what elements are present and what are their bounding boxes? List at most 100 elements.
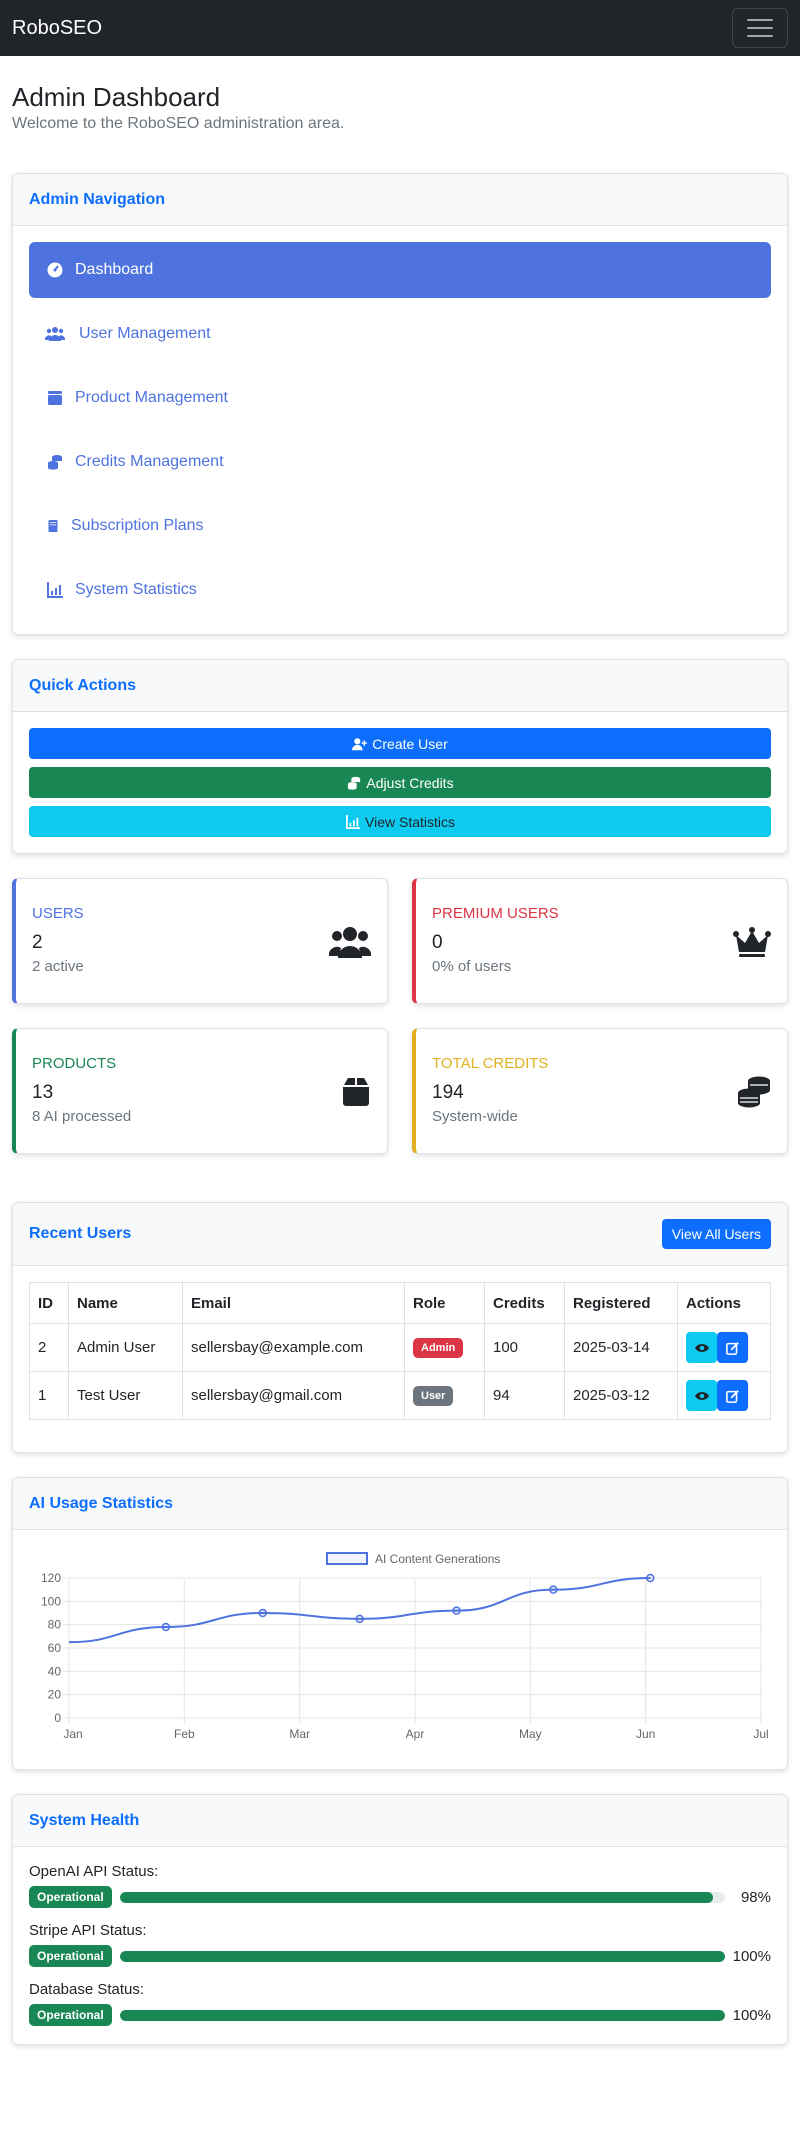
column-header: Credits <box>484 1282 565 1325</box>
data-point <box>355 1614 364 1624</box>
cell-actions <box>677 1371 771 1421</box>
coins-icon <box>737 1055 771 1153</box>
nav-item-label: System Statistics <box>75 581 197 599</box>
edit-user-button[interactable] <box>717 1332 748 1364</box>
x-tick-label: Feb <box>174 1727 195 1741</box>
edit-icon <box>725 1389 739 1403</box>
users-icon <box>45 326 65 342</box>
role-badge: User <box>413 1385 454 1406</box>
percent-label: 100% <box>732 2006 771 2024</box>
percent-label: 98% <box>740 1888 771 1906</box>
x-tick-label: Jul <box>753 1727 768 1741</box>
navbar-toggle-button[interactable] <box>732 8 788 48</box>
progress-bar <box>119 2009 725 2021</box>
stat-sub: 8 AI processed <box>32 1108 132 1126</box>
stat-card-total-credits: Total Credits 194 System-wide <box>412 1028 788 1155</box>
series-line <box>68 1577 651 1644</box>
stat-label: Total Credits <box>432 1055 549 1073</box>
page-title: Admin Dashboard <box>12 82 221 112</box>
nav-item-dashboard[interactable]: Dashboard <box>29 242 771 299</box>
cell-id: 2 <box>29 1323 69 1373</box>
nav-item-label: Dashboard <box>75 261 154 279</box>
quick-actions-title: Quick Actions <box>29 676 136 694</box>
legend-swatch <box>326 1552 368 1566</box>
view-statistics-button[interactable]: View Statistics <box>29 806 771 838</box>
legend-label: AI Content Generations <box>375 1552 500 1566</box>
nav-item-label: User Management <box>79 325 211 343</box>
health-row-stripe: Stripe API Status: Operational 100% <box>29 1922 771 1968</box>
nav-item-label: Credits Management <box>75 453 224 471</box>
cell-registered: 2025-03-12 <box>564 1371 678 1421</box>
ai-usage-header: AI Usage Statistics <box>13 1478 787 1531</box>
cell-name: Test User <box>68 1371 183 1421</box>
nav-item-subscription-plans[interactable]: Subscription Plans <box>29 498 771 554</box>
system-health-title: System Health <box>29 1811 140 1829</box>
status-badge: Operational <box>29 1945 112 1968</box>
box-icon <box>45 390 65 406</box>
stat-sub: 2 active <box>32 958 84 976</box>
column-header: Email <box>182 1282 405 1325</box>
nav-item-system-statistics[interactable]: System Statistics <box>29 562 771 618</box>
box-icon <box>341 1055 371 1153</box>
stat-sub: 0% of users <box>432 958 512 976</box>
table-header-row: ID Name Email Role Credits Registered Ac… <box>29 1282 771 1325</box>
create-user-button[interactable]: Create User <box>29 728 771 760</box>
x-tick-label: Apr <box>406 1727 425 1741</box>
tachometer-icon <box>45 262 65 278</box>
chart-icon <box>45 582 65 599</box>
crown-icon <box>733 905 771 1003</box>
coins-icon <box>348 776 361 790</box>
data-point <box>646 1573 655 1583</box>
progress-fill <box>119 1891 713 1903</box>
progress-bar <box>119 1891 725 1903</box>
stat-card-premium-users: Premium Users 0 0% of users <box>412 878 788 1005</box>
view-statistics-label: View Statistics <box>365 813 455 830</box>
top-navbar: RoboSEO <box>0 0 800 56</box>
nav-item-user-management[interactable]: User Management <box>29 306 771 362</box>
cell-role: Admin <box>404 1323 485 1373</box>
view-all-users-button[interactable]: View All Users <box>661 1219 771 1250</box>
quick-actions-header: Quick Actions <box>13 660 787 713</box>
column-header: Name <box>68 1282 183 1325</box>
edit-user-button[interactable] <box>717 1380 748 1412</box>
stat-label: Products <box>32 1055 117 1073</box>
progress-fill <box>119 1950 725 1962</box>
admin-navigation-card: Admin Navigation Dashboard User Manageme… <box>12 173 788 636</box>
nav-item-label: Subscription Plans <box>71 517 204 535</box>
y-tick-label: 40 <box>48 1665 62 1679</box>
nav-item-credits-management[interactable]: Credits Management <box>29 434 771 490</box>
x-tick-label: May <box>519 1727 542 1741</box>
status-badge: Operational <box>29 2004 112 2027</box>
y-tick-label: 120 <box>41 1571 61 1585</box>
quick-actions-body: Create User Adjust Credits View Statisti… <box>13 712 787 853</box>
cell-name: Admin User <box>68 1323 183 1373</box>
recent-users-card: Recent Users View All Users ID Name Emai… <box>12 1202 788 1454</box>
percent-label: 100% <box>732 1947 771 1965</box>
y-tick-label: 60 <box>48 1641 62 1655</box>
admin-nav-list: Dashboard User Management Product Manage… <box>13 226 787 634</box>
chart-icon <box>346 814 360 829</box>
view-user-button[interactable] <box>686 1380 717 1412</box>
column-header: Role <box>404 1282 485 1325</box>
column-header: ID <box>29 1282 69 1325</box>
adjust-credits-label: Adjust Credits <box>366 774 454 791</box>
cell-actions <box>677 1323 771 1373</box>
brand-logo[interactable]: RoboSEO <box>12 17 102 40</box>
view-user-button[interactable] <box>686 1332 717 1364</box>
adjust-credits-button[interactable]: Adjust Credits <box>29 767 771 799</box>
create-user-label: Create User <box>372 735 448 752</box>
recent-users-title: Recent Users <box>29 1225 132 1243</box>
ai-usage-chart-container: AI Content Generations 0 20 40 60 80 100 120 Jan… <box>13 1530 787 1769</box>
nav-item-product-management[interactable]: Product Management <box>29 370 771 426</box>
y-tick-label: 100 <box>41 1595 61 1609</box>
progress-fill <box>119 2009 725 2021</box>
cell-registered: 2025-03-14 <box>564 1323 678 1373</box>
book-icon <box>45 518 61 534</box>
recent-users-body: ID Name Email Role Credits Registered Ac… <box>13 1266 787 1452</box>
stats-row: Products 13 8 AI processed Total Credits… <box>12 1028 788 1155</box>
health-label: Database Status: <box>29 1981 145 1999</box>
health-row-openai: OpenAI API Status: Operational 98% <box>29 1863 771 1909</box>
y-tick-label: 0 <box>54 1711 61 1725</box>
admin-navigation-header: Admin Navigation <box>13 174 787 227</box>
users-icon <box>329 905 371 1003</box>
